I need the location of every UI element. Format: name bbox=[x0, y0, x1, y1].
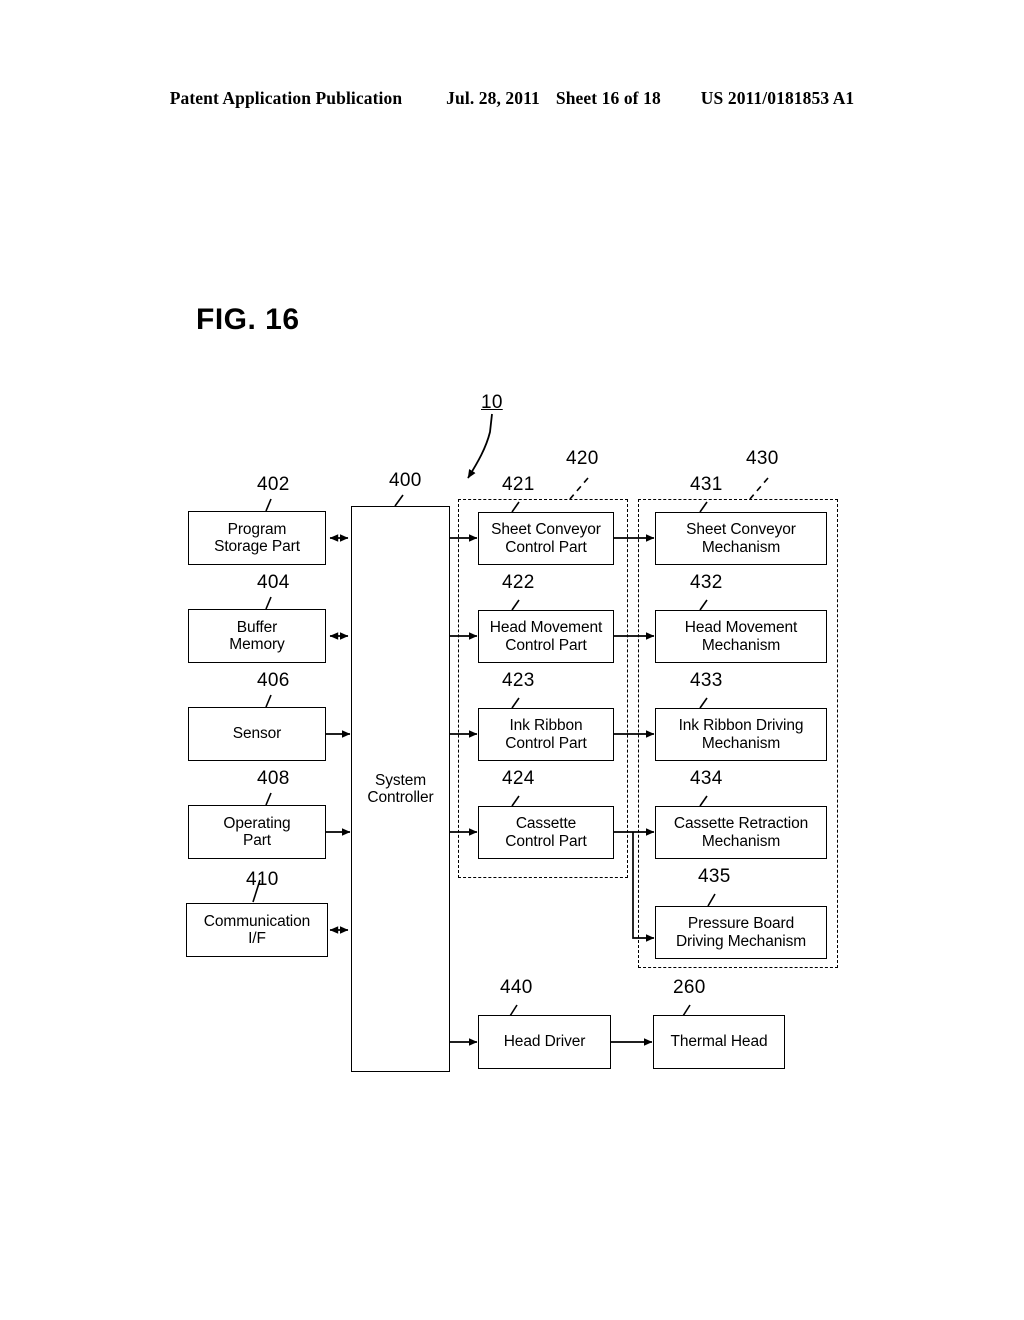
ref-434: 434 bbox=[690, 768, 723, 789]
ref-430: 430 bbox=[746, 448, 779, 469]
block-communication-if[interactable]: Communication I/F bbox=[186, 903, 328, 957]
block-communication-if-label: Communication I/F bbox=[203, 912, 311, 947]
block-ink-ribbon-control-part[interactable]: Ink Ribbon Control Part bbox=[478, 708, 614, 761]
block-pressure-board-driving-mechanism-label: Pressure Board Driving Mechanism bbox=[675, 915, 807, 950]
ref-420: 420 bbox=[566, 448, 599, 469]
ref-423: 423 bbox=[502, 670, 535, 691]
block-system-controller-label: System Controller bbox=[367, 771, 434, 806]
block-ink-ribbon-control-part-label: Ink Ribbon Control Part bbox=[505, 717, 587, 752]
block-sheet-conveyor-mechanism[interactable]: Sheet Conveyor Mechanism bbox=[655, 512, 827, 565]
ref-402: 402 bbox=[257, 474, 290, 495]
block-head-driver[interactable]: Head Driver bbox=[478, 1015, 611, 1069]
ref-433: 433 bbox=[690, 670, 723, 691]
block-pressure-board-driving-mechanism[interactable]: Pressure Board Driving Mechanism bbox=[655, 906, 827, 959]
ref-440: 440 bbox=[500, 977, 533, 998]
block-head-movement-mechanism[interactable]: Head Movement Mechanism bbox=[655, 610, 827, 663]
block-sensor-label: Sensor bbox=[232, 725, 282, 743]
block-head-movement-control-part-label: Head Movement Control Part bbox=[489, 619, 603, 654]
block-sensor[interactable]: Sensor bbox=[188, 707, 326, 761]
block-head-movement-mechanism-label: Head Movement Mechanism bbox=[684, 619, 798, 654]
ref-408: 408 bbox=[257, 768, 290, 789]
ref-435: 435 bbox=[698, 866, 731, 887]
ref-422: 422 bbox=[502, 572, 535, 593]
ref-406: 406 bbox=[257, 670, 290, 691]
block-head-movement-control-part[interactable]: Head Movement Control Part bbox=[478, 610, 614, 663]
block-buffer-memory-label: Buffer Memory bbox=[229, 618, 285, 653]
block-program-storage-part-label: Program Storage Part bbox=[214, 520, 300, 555]
block-system-controller[interactable]: System Controller bbox=[351, 506, 450, 1072]
ref-431: 431 bbox=[690, 474, 723, 495]
block-cassette-retraction-mechanism-label: Cassette Retraction Mechanism bbox=[673, 815, 809, 850]
block-operating-part-label: Operating Part bbox=[223, 814, 291, 849]
block-sheet-conveyor-mechanism-label: Sheet Conveyor Mechanism bbox=[686, 521, 796, 556]
block-cassette-control-part[interactable]: Cassette Control Part bbox=[478, 806, 614, 859]
block-program-storage-part[interactable]: Program Storage Part bbox=[188, 511, 326, 565]
block-operating-part[interactable]: Operating Part bbox=[188, 805, 326, 859]
ref-421: 421 bbox=[502, 474, 535, 495]
block-sheet-conveyor-control-part-label: Sheet Conveyor Control Part bbox=[491, 521, 601, 556]
ref-260: 260 bbox=[673, 977, 706, 998]
block-cassette-retraction-mechanism[interactable]: Cassette Retraction Mechanism bbox=[655, 806, 827, 859]
figure-16-block-diagram: 10 402 404 406 408 410 400 421 422 423 4… bbox=[0, 0, 1024, 1320]
ref-432: 432 bbox=[690, 572, 723, 593]
ref-424: 424 bbox=[502, 768, 535, 789]
ref-400: 400 bbox=[389, 470, 422, 491]
block-thermal-head-label: Thermal Head bbox=[670, 1033, 768, 1051]
block-sheet-conveyor-control-part[interactable]: Sheet Conveyor Control Part bbox=[478, 512, 614, 565]
block-cassette-control-part-label: Cassette Control Part bbox=[505, 815, 587, 850]
block-ink-ribbon-driving-mechanism-label: Ink Ribbon Driving Mechanism bbox=[678, 717, 804, 752]
block-ink-ribbon-driving-mechanism[interactable]: Ink Ribbon Driving Mechanism bbox=[655, 708, 827, 761]
block-thermal-head[interactable]: Thermal Head bbox=[653, 1015, 785, 1069]
block-buffer-memory[interactable]: Buffer Memory bbox=[188, 609, 326, 663]
ref-410: 410 bbox=[246, 869, 279, 890]
ref-404: 404 bbox=[257, 572, 290, 593]
ref-system-10: 10 bbox=[481, 392, 503, 413]
block-head-driver-label: Head Driver bbox=[503, 1033, 586, 1051]
